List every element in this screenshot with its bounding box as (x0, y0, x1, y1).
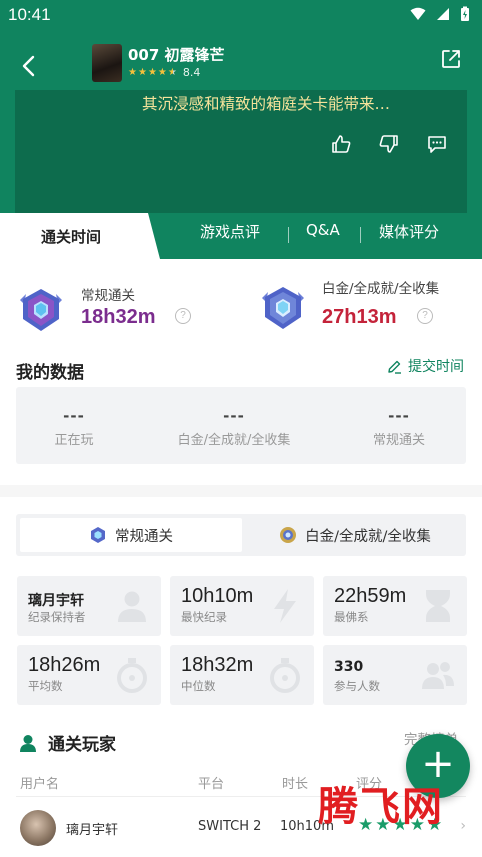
mode-platinum-label: 白金/全成就/全收集 (305, 528, 431, 545)
platinum-medal-icon (280, 527, 297, 543)
mode-normal-label: 常规通关 (115, 528, 173, 545)
mode-platinum[interactable]: 白金/全成就/全收集 (248, 514, 462, 556)
help-icon[interactable]: ? (175, 308, 191, 324)
avatar[interactable] (20, 810, 56, 846)
help-icon[interactable]: ? (417, 308, 433, 324)
comment-icon[interactable] (426, 133, 448, 155)
normal-value: --- (388, 407, 410, 425)
tab-game-reviews[interactable]: 游戏点评 (200, 221, 260, 242)
player-name: 璃月宇轩 (66, 823, 119, 838)
my-data-playing: --- 正在玩 (46, 407, 102, 448)
my-data-normal: --- 常规通关 (368, 407, 430, 448)
column-platform: 平台 (198, 777, 225, 792)
watermark: 腾飞网 (318, 783, 444, 830)
chevron-right-icon: › (460, 818, 466, 834)
participants-label: 参与人数 (334, 679, 380, 693)
section-divider (0, 485, 482, 497)
normal-clear-time: 18h32m (81, 306, 156, 328)
medal-icon (20, 289, 62, 331)
hourglass-icon (426, 590, 450, 622)
stat-average[interactable]: 18h26m 平均数 (17, 645, 161, 705)
stopwatch-icon (270, 658, 300, 693)
column-username: 用户名 (20, 777, 60, 792)
tab-separator (360, 227, 361, 243)
thumbs-up-icon[interactable] (330, 133, 352, 155)
stat-participants[interactable]: 330 参与人数 (323, 645, 467, 705)
wifi-icon (410, 7, 426, 20)
game-title: 007 初露锋芒 (128, 46, 225, 64)
my-data-panel: --- 正在玩 --- 白金/全成就/全收集 --- 常规通关 (16, 387, 466, 464)
medal-icon (91, 527, 105, 543)
half-star-icon: ★ (167, 66, 177, 78)
stat-slowest[interactable]: 22h59m 最佛系 (323, 576, 467, 636)
submit-time-label: 提交时间 (408, 359, 464, 375)
platinum-time: 27h13m (322, 306, 397, 328)
platinum-medal-icon (262, 287, 304, 329)
playing-value: --- (63, 407, 85, 425)
average-label: 平均数 (28, 679, 63, 693)
status-time: 10:41 (8, 5, 51, 24)
users-icon (422, 662, 454, 689)
normal-clear-label: 常规通关 (81, 288, 135, 304)
star-icon: ★ (128, 66, 137, 78)
back-button[interactable] (16, 52, 44, 80)
playing-label: 正在玩 (54, 433, 94, 448)
battery-icon (461, 6, 469, 21)
star-icon: ★ (147, 66, 157, 78)
mode-switch: 常规通关 白金/全成就/全收集 (16, 514, 466, 556)
platinum-value: --- (223, 407, 245, 425)
tab-completion-time[interactable]: 通关时间 (0, 213, 160, 259)
tab-qa[interactable]: Q&A (306, 221, 340, 239)
user-icon (118, 591, 146, 622)
thumbs-down-icon[interactable] (378, 133, 400, 155)
review-quote[interactable]: 其沉浸感和精致的箱庭关卡能带来… (142, 92, 390, 114)
star-icon: ★ (137, 66, 147, 78)
player-icon (20, 734, 36, 752)
stopwatch-icon (117, 658, 147, 693)
tab-media-scores[interactable]: 媒体评分 (379, 221, 439, 242)
edit-icon (388, 360, 401, 374)
stat-fastest[interactable]: 10h10m 最快纪录 (170, 576, 314, 636)
platinum-label: 白金/全成就/全收集 (322, 281, 440, 297)
rating-score: 8.4 (182, 66, 201, 79)
game-header: 007 初露锋芒 ★ ★ ★ ★ ★ 8.4 其沉浸感和精致的箱庭关卡能带来… (0, 30, 482, 215)
players-header: 通关玩家 (18, 730, 116, 755)
status-icons (410, 6, 470, 22)
signal-icon (437, 8, 449, 20)
players-title: 通关玩家 (48, 735, 116, 755)
fastest-value: 10h10m (181, 585, 254, 607)
share-icon[interactable] (440, 48, 462, 70)
game-rating: ★ ★ ★ ★ ★ 8.4 (128, 66, 200, 79)
median-label: 中位数 (181, 679, 216, 693)
record-holder-label: 纪录保持者 (28, 610, 86, 624)
slowest-label: 最佛系 (334, 610, 369, 624)
game-cover-thumbnail[interactable] (92, 44, 122, 82)
tab-bar: 通关时间 游戏点评 Q&A 媒体评分 (0, 213, 482, 259)
review-actions (330, 133, 448, 155)
participants-value: 330 (334, 659, 364, 675)
fastest-label: 最快纪录 (181, 610, 227, 624)
median-value: 18h32m (181, 654, 254, 676)
record-holder-name: 璃月宇轩 (28, 593, 84, 609)
my-data-title: 我的数据 (16, 363, 84, 383)
tab-separator (288, 227, 289, 243)
status-bar: 10:41 (0, 0, 482, 30)
stat-median[interactable]: 18h32m 中位数 (170, 645, 314, 705)
column-duration: 时长 (282, 777, 309, 792)
star-icon: ★ (157, 66, 167, 78)
stat-record-holder[interactable]: 璃月宇轩 纪录保持者 (17, 576, 161, 636)
mode-normal-clear[interactable]: 常规通关 (20, 518, 242, 552)
normal-label: 常规通关 (372, 433, 425, 448)
player-platform: SWITCH 2 (198, 819, 262, 834)
platinum-label: 白金/全成就/全收集 (177, 433, 291, 448)
my-data-platinum: --- 白金/全成就/全收集 (166, 407, 302, 448)
submit-time-link[interactable]: 提交时间 (387, 356, 464, 376)
slowest-value: 22h59m (334, 585, 407, 607)
lightning-icon (274, 589, 296, 623)
average-value: 18h26m (28, 654, 101, 676)
